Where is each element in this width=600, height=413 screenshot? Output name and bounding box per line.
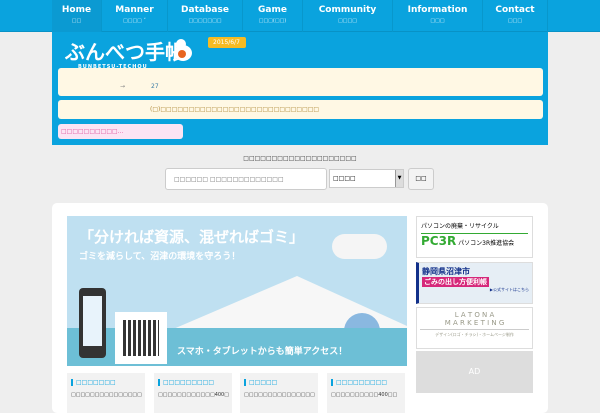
banner-subline: ゴミを減らして、沼津の環境を守ろう！ <box>79 252 241 262</box>
nav-information[interactable]: Information □□□ <box>393 0 483 32</box>
top-nav: Home □□ Manner □□□□ ˅ Database □□□□□□□ Game… <box>0 0 600 32</box>
ad-title: パソコンの廃棄・リサイクル <box>421 221 528 234</box>
ad-title: L A T O N A <box>454 311 495 319</box>
feature-box[interactable]: □□□□□□□ □□□□□□□□□□□□□□□ <box>67 373 145 413</box>
nav-sub: □□□ <box>507 18 523 24</box>
notice-text: (□)□□□□□□□□□□□□□□□□□□□□□□□□□□□□ <box>150 106 320 113</box>
nav-database[interactable]: Database □□□□□□□ <box>168 0 243 32</box>
chevron-down-icon: ▼ <box>395 170 403 187</box>
main-card: 「分ければ資源、混ぜればゴミ」 ゴミを減らして、沼津の環境を守ろう！ スマホ・タ… <box>52 203 548 413</box>
nav-label: Home <box>61 5 92 15</box>
nav-sub: □□ <box>71 18 82 24</box>
box-text: □□□□□□□□□□400□□ <box>331 392 398 398</box>
search-input[interactable]: □□□□□□ □□□□□□□□□□□□□ <box>165 168 327 190</box>
ad-org: パソコン3R推進協会 <box>458 240 515 247</box>
chicken-mascot-icon <box>174 39 192 61</box>
ad-brand: PC3R <box>421 234 457 248</box>
box-text: □□□□□□□□□□□□□□□ <box>244 392 315 398</box>
ad-placeholder[interactable]: AD <box>416 351 533 393</box>
ad-pc3r[interactable]: パソコンの廃棄・リサイクル PC3R パソコン3R推進協会 <box>416 216 533 258</box>
nav-sub: □□□(□□) <box>258 18 287 24</box>
nav-manner[interactable]: Manner □□□□ ˅ <box>102 0 168 32</box>
box-text: □□□□□□□□□□□□400□ <box>158 392 229 398</box>
banner-headline: 「分ければ資源、混ぜればゴミ」 <box>79 228 305 246</box>
hero-banner[interactable]: 「分ければ資源、混ぜればゴミ」 ゴミを減らして、沼津の環境を守ろう！ スマホ・タ… <box>67 216 407 366</box>
select-value: □□□□ <box>333 175 356 182</box>
nav-game[interactable]: Game □□□(□□) <box>243 0 303 32</box>
ad-link: ▶公式サイトはこちら <box>489 287 529 292</box>
nav-label: Community <box>318 5 377 15</box>
nav-label: Information <box>407 5 468 15</box>
search-button[interactable]: □□ <box>408 168 434 190</box>
nav-community[interactable]: Community □□□□ <box>303 0 393 32</box>
search-label: □□□□□□□□□□□□□□□□□□□□ <box>243 155 357 162</box>
nav-sub: □□□ <box>430 18 445 24</box>
info-box-notice: (□)□□□□□□□□□□□□□□□□□□□□□□□□□□□□ <box>58 100 543 119</box>
feature-box[interactable]: □□□□□□□□□ □□□□□□□□□□□□400□ <box>154 373 232 413</box>
category-select[interactable]: □□□□ ▼ <box>329 169 404 188</box>
box-title: □□□□□□□□□ <box>331 379 405 386</box>
feature-box[interactable]: □□□□□□□□□ □□□□□□□□□□400□□ <box>327 373 405 413</box>
site-header: ぶんべつ手帳 BUNBETSU-TECHOU 2015/6/7 → 27 (□)… <box>52 32 548 145</box>
collection-day: 27 <box>151 83 159 90</box>
ad-sub: M A R K E T I N G <box>444 319 505 327</box>
nav-label: Database <box>181 5 229 15</box>
nav-home[interactable]: Home □□ <box>52 0 102 32</box>
nav-sub: □□□□□□□ <box>188 18 222 24</box>
smartphone-icon <box>79 288 106 358</box>
nav-contact[interactable]: Contact □□□ <box>483 0 548 32</box>
nav-label: Contact <box>495 5 535 15</box>
site-logo[interactable]: ぶんべつ手帳 <box>65 36 185 65</box>
ad-numazu[interactable]: 静岡県沼津市 ごみの出し方便利帳 ▶公式サイトはこちら <box>416 262 533 304</box>
ad-latona[interactable]: L A T O N A M A R K E T I N G デザイン(ロゴ・チラ… <box>416 307 533 349</box>
feature-box[interactable]: □□□□□ □□□□□□□□□□□□□□□ <box>240 373 318 413</box>
ad-desc: デザイン(ロゴ・チラシ)・ホームページ制作 <box>420 329 529 338</box>
pink-notice[interactable]: □□□□□□□□□□... <box>58 124 183 139</box>
date-badge: 2015/6/7 <box>208 37 246 48</box>
ad-title: 静岡県沼津市 <box>422 267 470 276</box>
box-title: □□□□□□□ <box>71 379 145 386</box>
nav-label: Game <box>258 5 287 15</box>
banner-access-text: スマホ・タブレットからも簡単アクセス！ <box>177 347 348 357</box>
nav-sub: □□□□ <box>338 18 357 24</box>
qr-code-icon <box>115 312 167 364</box>
box-text: □□□□□□□□□□□□□□□ <box>71 392 142 398</box>
nav-label: Manner <box>115 5 154 15</box>
box-title: □□□□□□□□□ <box>158 379 232 386</box>
box-title: □□□□□ <box>244 379 318 386</box>
ad-sub: ごみの出し方便利帳 <box>422 277 489 287</box>
arrow-text: → <box>120 83 126 90</box>
info-box-collection: → 27 <box>58 68 543 96</box>
nav-sub: □□□□ ˅ <box>123 18 146 24</box>
